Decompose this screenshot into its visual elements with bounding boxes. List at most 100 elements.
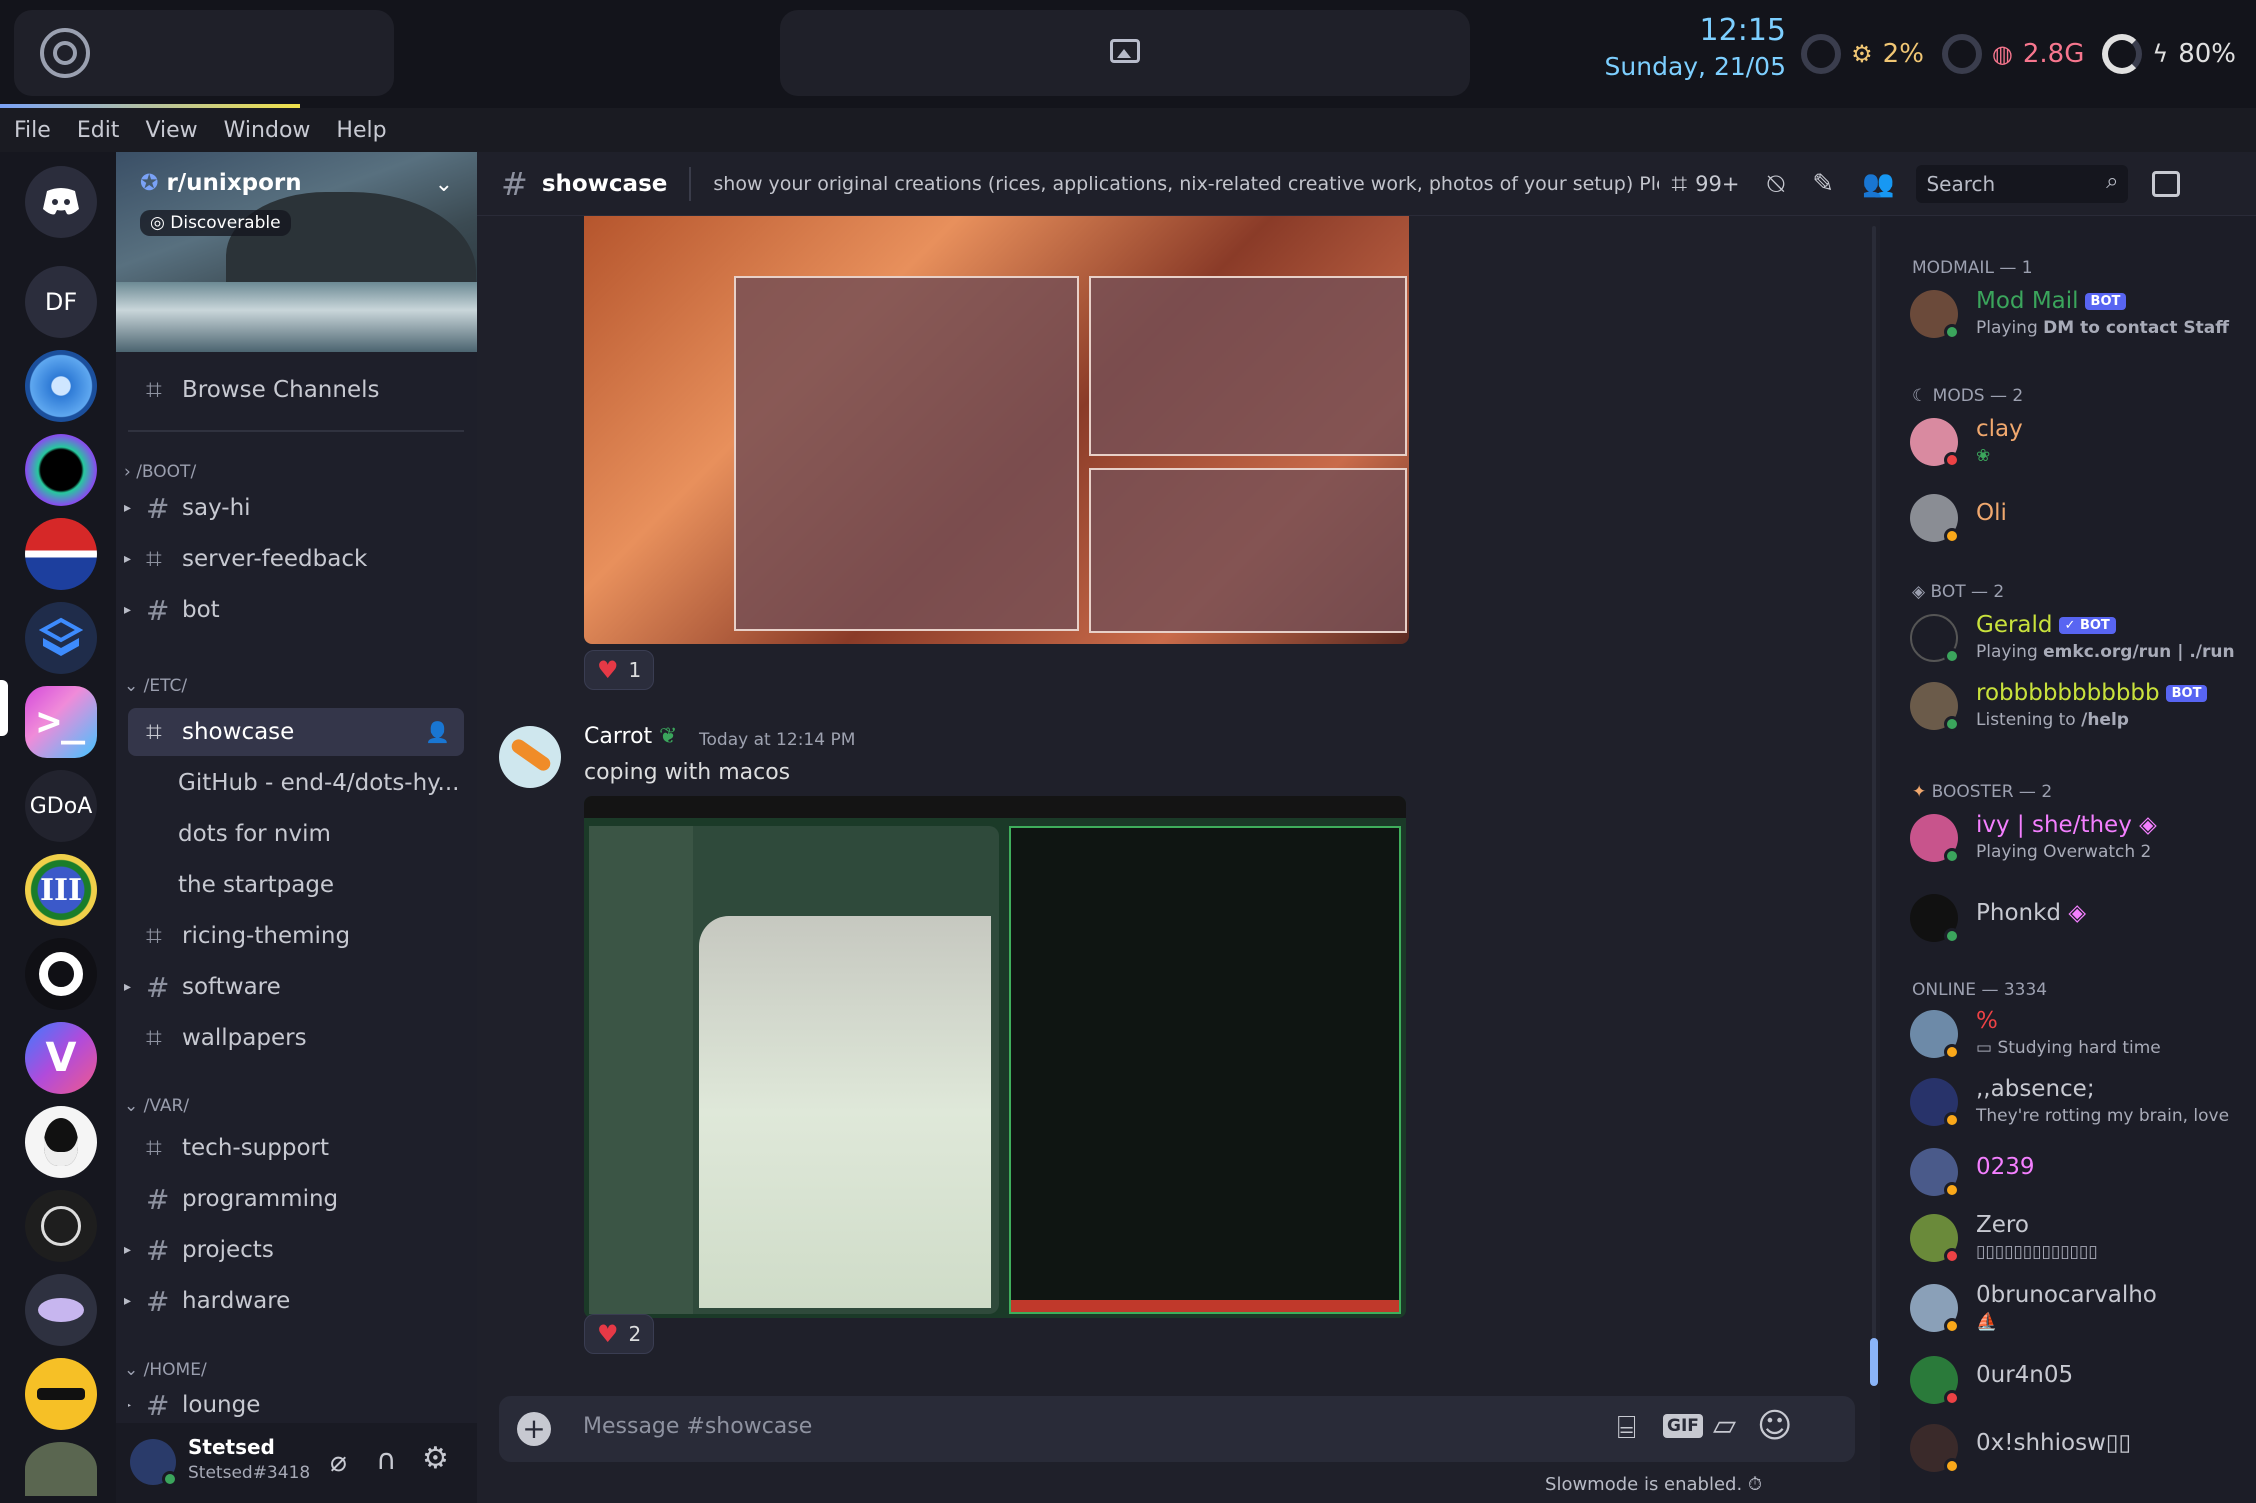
guild-roman-three-icon[interactable]: III (25, 854, 97, 926)
guild-df[interactable]: DF (25, 266, 97, 338)
emoji-icon[interactable]: ☺ (1757, 1406, 1792, 1446)
member-phonkd[interactable]: Phonkd ◈ (1910, 888, 2250, 948)
guild-soldier-icon[interactable] (25, 1442, 97, 1496)
settings-pill[interactable] (14, 10, 394, 96)
guild-gdoa[interactable]: GDoA (25, 770, 97, 842)
discoverable-text: Discoverable (170, 213, 281, 233)
slowmode-notice: Slowmode is enabled. ⏱ (1545, 1474, 1762, 1495)
discord-home-icon[interactable] (25, 166, 97, 238)
user-tag: Stetsed#3418 (188, 1463, 311, 1483)
channel-hardware[interactable]: ▸ # hardware (124, 1277, 464, 1325)
menu-file[interactable]: File (14, 118, 51, 143)
channel-say-hi[interactable]: ▸ # say-hi (124, 484, 464, 532)
threads-icon[interactable]: ⌗ (1671, 167, 1687, 201)
author-avatar[interactable] (499, 726, 561, 788)
category-etc[interactable]: ⌄ /ETC/ (124, 676, 187, 696)
guild-tux-icon[interactable] (25, 1106, 97, 1178)
battery-level: 80% (2178, 39, 2236, 69)
member-list-icon[interactable]: 👥 (1862, 169, 1894, 199)
mute-notifications-icon[interactable]: ⍉ (1767, 167, 1784, 201)
member-ivy[interactable]: ivy | she/they ◈ Playing Overwatch 2 (1910, 808, 2250, 868)
inbox-icon[interactable] (2152, 170, 2181, 197)
thread-the-startpage[interactable]: the startpage (128, 861, 464, 909)
guild-stars-icon[interactable] (25, 350, 97, 422)
member-0xshhiosw[interactable]: 0x!shhiosw▯▯ (1910, 1418, 2250, 1478)
thread-github-dots[interactable]: GitHub - end-4/dots-hy... (128, 759, 464, 807)
member-0239[interactable]: 0239 (1910, 1142, 2250, 1202)
server-banner[interactable]: ✪ r/unixporn ⌄ ◎ Discoverable (116, 152, 477, 352)
channel-showcase[interactable]: ⌗ showcase 👤 (128, 708, 464, 756)
member-zero[interactable]: Zero ▯▯▯▯▯▯▯▯▯▯▯▯▯ (1910, 1208, 2250, 1268)
menubar: File Edit View Window Help (0, 108, 2256, 152)
channel-server-feedback[interactable]: ▸ ⌗ server-feedback (124, 535, 464, 583)
scrollbar-track[interactable] (1872, 226, 1876, 1366)
channel-topic[interactable]: show your original creations (rices, app… (713, 173, 1659, 195)
browse-channels[interactable]: ⌗ Browse Channels (128, 366, 464, 414)
reaction-heart-2[interactable]: ♥ 2 (584, 1314, 655, 1354)
gift-icon[interactable]: ⌸ (1617, 1408, 1636, 1447)
guild-sunglasses-icon[interactable] (25, 1358, 97, 1430)
menu-help[interactable]: Help (336, 118, 386, 143)
menu-window[interactable]: Window (224, 118, 311, 143)
add-member-icon[interactable]: 👤 (425, 720, 450, 744)
reaction-heart[interactable]: ♥ 1 (584, 650, 655, 690)
member-oli[interactable]: Oli (1910, 488, 2250, 548)
scrollbar-thumb[interactable] (1870, 1338, 1878, 1386)
member-absence[interactable]: ,,absence; They're rotting my brain, lov… (1910, 1072, 2250, 1132)
settings-icon[interactable]: ⚙ (422, 1441, 449, 1476)
guild-axolotl-icon[interactable] (25, 1274, 97, 1346)
guild-flag-icon[interactable] (25, 518, 97, 590)
member-robbbbbbbbbbb[interactable]: robbbbbbbbbbb BOT Listening to /help (1910, 676, 2250, 736)
channel-label: lounge (182, 1392, 261, 1418)
category-boot[interactable]: › /BOOT/ (124, 462, 196, 482)
menu-edit[interactable]: Edit (77, 118, 120, 143)
headphones-icon[interactable]: ∩ (376, 1443, 397, 1476)
guild-stack-icon[interactable] (25, 602, 97, 674)
channel-wallpapers[interactable]: ⌗ wallpapers (128, 1014, 464, 1062)
member-0brunocarvalho[interactable]: 0brunocarvalho ⛵ (1910, 1278, 2250, 1338)
channel-projects[interactable]: ▸ # projects (124, 1226, 464, 1274)
chevron-down-icon[interactable]: ⌄ (435, 172, 453, 197)
guild-globe-icon[interactable] (25, 434, 97, 506)
workspace-pill[interactable] (780, 10, 1470, 96)
image-icon[interactable] (1110, 39, 1140, 63)
guild-v-icon[interactable]: V (25, 1022, 97, 1094)
book-icon: ▭ (1976, 1038, 1998, 1058)
message-placeholder: Message #showcase (583, 1414, 813, 1439)
server-name[interactable]: ✪ r/unixporn (140, 170, 302, 196)
channel-programming[interactable]: # programming (128, 1175, 464, 1223)
member-0ur4n05[interactable]: 0ur4n05 (1910, 1350, 2250, 1410)
channel-label: software (182, 974, 281, 1000)
category-home[interactable]: ⌄ /HOME/ (124, 1360, 207, 1380)
member-gerald[interactable]: Gerald ✓ BOT Playing emkc.org/run | ./run (1910, 608, 2250, 668)
channel-lounge[interactable]: ▸ # lounge (128, 1388, 464, 1422)
channel-software[interactable]: ▸ # software (124, 963, 464, 1011)
search-input[interactable]: Search ⌕ (1916, 164, 2129, 203)
member-clay[interactable]: clay ❀ (1910, 412, 2250, 472)
settings-gear-icon[interactable] (40, 28, 90, 78)
channel-ricing-theming[interactable]: ⌗ ricing-theming (128, 912, 464, 960)
member-mod-mail[interactable]: Mod Mail BOT Playing DM to contact Staff (1910, 284, 2250, 344)
server-name-text: r/unixporn (166, 170, 302, 196)
search-placeholder: Search (1926, 171, 1996, 196)
member-list: MODMAIL — 1 Mod Mail BOT Playing DM to co… (1880, 216, 2256, 1503)
guild-ring-icon[interactable] (25, 938, 97, 1010)
gif-button[interactable]: GIF (1663, 1414, 1703, 1438)
member-percent[interactable]: % ▭ Studying hard time (1910, 1004, 2250, 1064)
message-composer[interactable]: + Message #showcase ⌸ GIF ▱ ☺ (499, 1396, 1855, 1462)
thread-dots-for-nvim[interactable]: dots for nvim (128, 810, 464, 858)
pinned-messages-icon[interactable]: ✎ (1812, 169, 1834, 199)
attachment-image-macos[interactable] (584, 796, 1406, 1318)
channel-bot[interactable]: ▸ # bot (124, 586, 464, 634)
search-icon[interactable]: ⌕ (2106, 169, 2118, 194)
attachment-image-rice[interactable] (584, 216, 1409, 644)
guild-unixporn-icon[interactable]: >_ (25, 686, 97, 758)
mute-mic-icon[interactable]: ⌀ (330, 1445, 347, 1478)
menu-view[interactable]: View (145, 118, 197, 143)
channel-tech-support[interactable]: ⌗ tech-support (128, 1124, 464, 1172)
add-attachment-icon[interactable]: + (517, 1412, 551, 1446)
guild-globe-stand-icon[interactable] (25, 1190, 97, 1262)
sticker-icon[interactable]: ▱ (1713, 1408, 1736, 1443)
message-author[interactable]: Carrot (584, 724, 652, 749)
category-var[interactable]: ⌄ /VAR/ (124, 1096, 189, 1116)
